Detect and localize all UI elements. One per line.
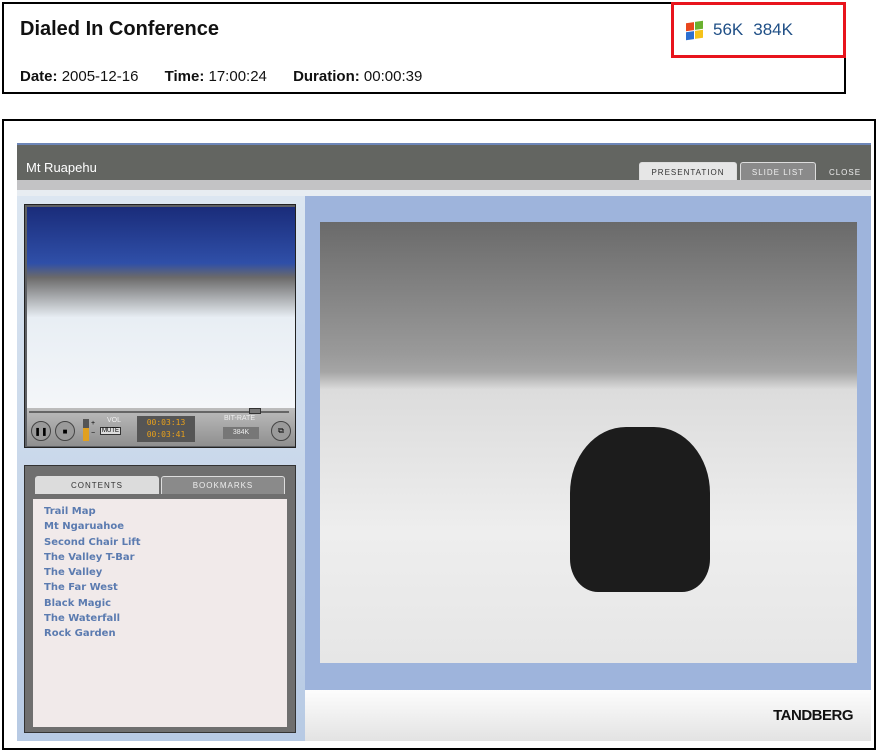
pause-button[interactable]: ❚❚	[31, 421, 51, 441]
elapsed-time: 00:03:13	[146, 418, 186, 427]
duration-label: Duration:	[293, 68, 360, 85]
time-value: 17:00:24	[208, 68, 267, 85]
volume-label: VOL	[107, 417, 122, 424]
total-time: 00:03:41	[146, 430, 186, 439]
content-tabs: CONTENTS BOOKMARKS	[33, 476, 287, 494]
list-item[interactable]: The Far West	[44, 580, 276, 595]
duration-value: 00:00:39	[363, 68, 423, 85]
list-item[interactable]: The Waterfall	[44, 611, 276, 626]
volume-up-down-icon[interactable]: + −	[91, 419, 95, 439]
bitrate-384k-link[interactable]: 384K	[753, 20, 793, 40]
volume-level[interactable]	[83, 419, 89, 441]
presentation-title: Mt Ruapehu	[26, 160, 97, 175]
date-value: 2005-12-16	[61, 68, 139, 85]
tab-presentation[interactable]: PRESENTATION	[639, 162, 737, 182]
slide-image	[320, 222, 857, 663]
video-player: ❚❚ ■ + − VOL MUTE 00:03:13 00:03:41 BIT-R…	[24, 204, 296, 448]
slide-area	[305, 196, 871, 690]
mute-button[interactable]: MUTE	[100, 427, 121, 435]
list-item[interactable]: Rock Garden	[44, 626, 276, 641]
skier-figure	[570, 427, 710, 592]
close-button[interactable]: CLOSE	[821, 162, 869, 182]
tab-slide-list[interactable]: SLIDE LIST	[740, 162, 816, 182]
bitrate-selector: 56K 384K	[671, 2, 846, 58]
video-frame	[27, 207, 295, 408]
list-item[interactable]: Trail Map	[44, 504, 276, 519]
list-item[interactable]: The Valley T-Bar	[44, 550, 276, 565]
bitrate-label: BIT-RATE	[224, 415, 255, 422]
stop-button[interactable]: ■	[55, 421, 75, 441]
tab-contents[interactable]: CONTENTS	[35, 476, 159, 494]
date-label: Date:	[20, 68, 58, 85]
contents-list: Trail Map Mt Ngaruahoe Second Chair Lift…	[33, 499, 287, 727]
presentation-player: Mt Ruapehu PRESENTATION SLIDE LIST CLOSE…	[17, 143, 871, 741]
list-item[interactable]: The Valley	[44, 565, 276, 580]
page-title: Dialed In Conference	[20, 18, 219, 40]
seek-handle[interactable]	[249, 408, 261, 414]
player-footer: TANDBERG	[305, 690, 871, 741]
list-item[interactable]: Mt Ngaruahoe	[44, 519, 276, 534]
tandberg-logo: TANDBERG	[773, 707, 853, 724]
windows-media-icon[interactable]	[686, 20, 703, 40]
conference-meta: Date: 2005-12-16 Time: 17:00:24 Duration…	[20, 68, 444, 85]
left-panel: ❚❚ ■ + − VOL MUTE 00:03:13 00:03:41 BIT-R…	[17, 196, 305, 741]
fullscreen-button[interactable]: ⧉	[271, 421, 291, 441]
tab-bookmarks[interactable]: BOOKMARKS	[161, 476, 285, 494]
contents-panel: CONTENTS BOOKMARKS Trail Map Mt Ngaruaho…	[24, 465, 296, 733]
list-item[interactable]: Second Chair Lift	[44, 535, 276, 550]
player-header: Mt Ruapehu PRESENTATION SLIDE LIST CLOSE	[17, 143, 871, 182]
list-item[interactable]: Black Magic	[44, 596, 276, 611]
video-controls: ❚❚ ■ + − VOL MUTE 00:03:13 00:03:41 BIT-R…	[27, 408, 295, 446]
bitrate-56k-link[interactable]: 56K	[713, 20, 743, 40]
header-bar	[17, 180, 871, 190]
time-label: Time:	[164, 68, 205, 85]
bitrate-value: 384K	[223, 427, 259, 439]
time-display: 00:03:13 00:03:41	[137, 416, 195, 442]
